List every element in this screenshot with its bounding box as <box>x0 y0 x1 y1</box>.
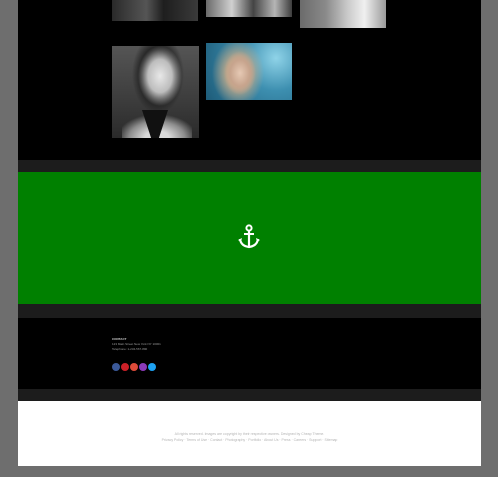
copyright-line-2: Privacy Policy · Terms of Use · Contact … <box>161 438 338 442</box>
anchor-icon <box>237 224 261 250</box>
phone-line: Telephone: 1-234-567-890 <box>112 347 148 351</box>
footer-copyright: All rights reserved. Images are copyrigh… <box>18 401 481 466</box>
social-links <box>112 363 156 371</box>
page-canvas: CONTACT 123 Main Street New York NY 1000… <box>18 0 481 466</box>
google-plus-icon[interactable] <box>130 363 138 371</box>
blonde-portrait-photo[interactable] <box>206 43 292 100</box>
gallery-photo-1[interactable] <box>112 0 198 21</box>
footer-contact <box>18 318 481 389</box>
twitter-icon[interactable] <box>148 363 156 371</box>
separator-band <box>18 160 481 172</box>
instagram-icon[interactable] <box>139 363 147 371</box>
copyright-text: All rights reserved. Images are copyrigh… <box>18 431 481 443</box>
separator-band <box>18 389 481 401</box>
facebook-icon[interactable] <box>112 363 120 371</box>
separator-band <box>18 304 481 318</box>
gallery-photo-2[interactable] <box>206 0 292 17</box>
gallery-photo-3[interactable] <box>300 0 386 28</box>
address-block: CONTACT 123 Main Street New York NY 1000… <box>112 337 161 352</box>
portrait-photo[interactable] <box>112 46 199 138</box>
pinterest-icon[interactable] <box>121 363 129 371</box>
